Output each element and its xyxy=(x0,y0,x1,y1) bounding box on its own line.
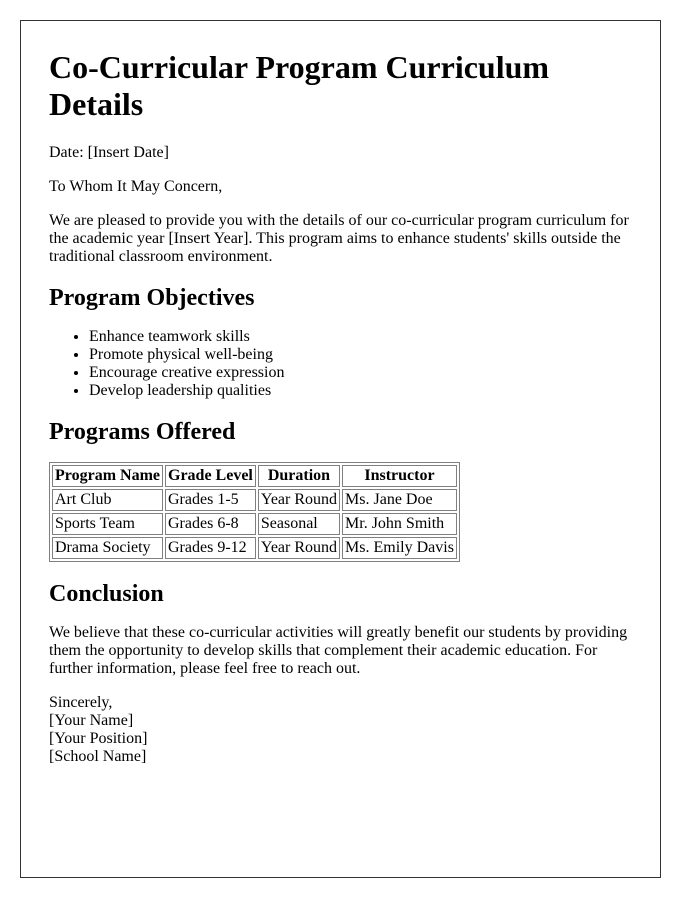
school-name: [School Name] xyxy=(49,748,147,765)
list-item: Encourage creative expression xyxy=(89,364,632,382)
conclusion-paragraph: We believe that these co-curricular acti… xyxy=(49,624,628,677)
intro-paragraph: We are pleased to provide you with the d… xyxy=(49,212,629,265)
table-cell: Grades 9-12 xyxy=(165,537,256,559)
signature-block: Sincerely, [Your Name] [Your Position] [… xyxy=(49,694,632,766)
column-header: Duration xyxy=(257,465,341,487)
table-row: Art Club Grades 1-5 Year Round Ms. Jane … xyxy=(52,489,457,511)
table-cell: Drama Society xyxy=(52,537,163,559)
table-cell: Grades 6-8 xyxy=(165,513,256,535)
table-cell: Seasonal xyxy=(257,513,341,535)
table-cell: Sports Team xyxy=(52,513,163,535)
signer-position: [Your Position] xyxy=(49,730,148,747)
objectives-list: Enhance teamwork skills Promote physical… xyxy=(49,328,632,400)
letter-container: Co-Curricular Program Curriculum Details… xyxy=(20,20,661,878)
programs-heading: Programs Offered xyxy=(49,419,236,445)
table-cell: Ms. Emily Davis xyxy=(342,537,457,559)
table-header-row: Program Name Grade Level Duration Instru… xyxy=(52,465,457,487)
conclusion-heading: Conclusion xyxy=(49,581,164,607)
salutation: To Whom It May Concern, xyxy=(49,178,223,195)
signer-name: [Your Name] xyxy=(49,712,134,729)
column-header: Instructor xyxy=(342,465,457,487)
list-item: Develop leadership qualities xyxy=(89,382,632,400)
programs-table: Program Name Grade Level Duration Instru… xyxy=(49,462,460,562)
objectives-heading: Program Objectives xyxy=(49,285,255,311)
column-header: Program Name xyxy=(52,465,163,487)
table-row: Drama Society Grades 9-12 Year Round Ms.… xyxy=(52,537,457,559)
table-row: Sports Team Grades 6-8 Seasonal Mr. John… xyxy=(52,513,457,535)
table-cell: Ms. Jane Doe xyxy=(342,489,457,511)
table-cell: Grades 1-5 xyxy=(165,489,256,511)
table-cell: Year Round xyxy=(257,489,341,511)
date-line: Date: [Insert Date] xyxy=(49,144,169,161)
table-cell: Art Club xyxy=(52,489,163,511)
list-item: Enhance teamwork skills xyxy=(89,328,632,346)
column-header: Grade Level xyxy=(165,465,256,487)
list-item: Promote physical well-being xyxy=(89,346,632,364)
table-cell: Mr. John Smith xyxy=(342,513,457,535)
closing: Sincerely, xyxy=(49,694,113,711)
page-title: Co-Curricular Program Curriculum Details xyxy=(49,49,550,122)
table-cell: Year Round xyxy=(257,537,341,559)
